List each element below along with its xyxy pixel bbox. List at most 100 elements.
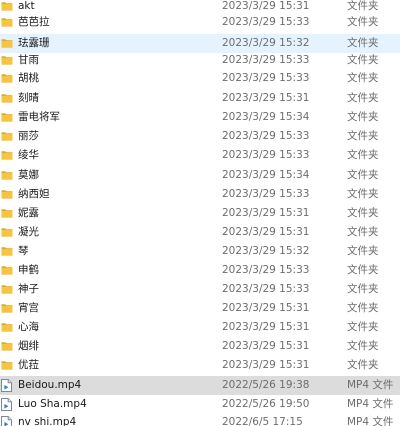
file-type: 文件夹 bbox=[347, 340, 379, 352]
folder-row[interactable]: 纳西妲 2023/3/29 15:33 文件夹 bbox=[0, 185, 400, 204]
date-modified: 2023/3/29 15:33 bbox=[222, 130, 310, 142]
folder-row[interactable]: 心海 2023/3/29 15:31 文件夹 bbox=[0, 318, 400, 337]
folder-icon bbox=[1, 264, 13, 277]
file-name: 丽莎 bbox=[18, 130, 39, 142]
date-modified: 2023/3/29 15:31 bbox=[222, 359, 310, 371]
folder-row[interactable]: 芭芭拉 2023/3/29 15:33 文件夹 bbox=[0, 13, 400, 32]
file-row[interactable]: nv shi.mp4 2022/6/5 17:15 MP4 文件 bbox=[0, 413, 400, 426]
file-name: 刻晴 bbox=[18, 92, 39, 104]
folder-row[interactable]: 胡桃 2023/3/29 15:33 文件夹 bbox=[0, 69, 400, 88]
file-name: 莫娜 bbox=[18, 169, 39, 181]
folder-row[interactable]: 刻晴 2023/3/29 15:31 文件夹 bbox=[0, 89, 400, 108]
file-name: 优菈 bbox=[18, 359, 39, 371]
file-name: 胡桃 bbox=[18, 72, 39, 84]
file-name: Beidou.mp4 bbox=[18, 379, 82, 391]
date-modified: 2023/3/29 15:33 bbox=[222, 283, 310, 295]
folder-row[interactable]: 绫华 2023/3/29 15:33 文件夹 bbox=[0, 146, 400, 165]
file-type: MP4 文件 bbox=[347, 379, 394, 391]
file-type: 文件夹 bbox=[347, 188, 379, 200]
date-modified: 2022/6/5 17:15 bbox=[222, 416, 303, 426]
folder-icon bbox=[1, 37, 13, 50]
date-modified: 2023/3/29 15:33 bbox=[222, 72, 310, 84]
date-modified: 2023/3/29 15:33 bbox=[222, 264, 310, 276]
file-type: 文件夹 bbox=[347, 130, 379, 142]
file-row[interactable]: Luo Sha.mp4 2022/5/26 19:50 MP4 文件 bbox=[0, 395, 400, 414]
folder-icon bbox=[1, 340, 13, 353]
folder-row[interactable]: 丽莎 2023/3/29 15:33 文件夹 bbox=[0, 127, 400, 146]
file-name: nv shi.mp4 bbox=[18, 416, 77, 426]
folder-icon bbox=[1, 92, 13, 105]
file-type: 文件夹 bbox=[347, 321, 379, 333]
folder-row[interactable]: 琴 2023/3/29 15:32 文件夹 bbox=[0, 242, 400, 261]
date-modified: 2023/3/29 15:31 bbox=[222, 207, 310, 219]
folder-icon bbox=[1, 283, 13, 296]
file-name: 宵宫 bbox=[18, 302, 39, 314]
file-type: 文件夹 bbox=[347, 359, 379, 371]
file-type: 文件夹 bbox=[347, 207, 379, 219]
folder-row[interactable]: 莫娜 2023/3/29 15:34 文件夹 bbox=[0, 166, 400, 185]
folder-icon bbox=[1, 130, 13, 143]
file-name: 神子 bbox=[18, 283, 39, 295]
file-row[interactable]: Beidou.mp4 2022/5/26 19:38 MP4 文件 bbox=[0, 376, 400, 395]
file-name: 琴 bbox=[18, 245, 29, 257]
video-file-icon bbox=[1, 379, 13, 392]
video-file-icon bbox=[1, 416, 13, 426]
file-type: MP4 文件 bbox=[347, 398, 394, 410]
file-list: akt 2023/3/29 15:31 文件夹 芭芭拉 2023/3/29 15:33 文… bbox=[0, 0, 400, 426]
file-type: 文件夹 bbox=[347, 264, 379, 276]
file-type: 文件夹 bbox=[347, 149, 379, 161]
file-type: 文件夹 bbox=[347, 92, 379, 104]
folder-row[interactable]: 优菈 2023/3/29 15:31 文件夹 bbox=[0, 356, 400, 375]
file-type: 文件夹 bbox=[347, 16, 379, 28]
file-type: 文件夹 bbox=[347, 54, 379, 66]
folder-icon bbox=[1, 0, 13, 13]
file-name: 芭芭拉 bbox=[18, 16, 50, 28]
file-name: 申鹤 bbox=[18, 264, 39, 276]
folder-row[interactable]: 甘雨 2023/3/29 15:33 文件夹 bbox=[0, 51, 400, 70]
date-modified: 2023/3/29 15:31 bbox=[222, 321, 310, 333]
folder-row[interactable]: 妮露 2023/3/29 15:31 文件夹 bbox=[0, 204, 400, 223]
date-modified: 2023/3/29 15:31 bbox=[222, 92, 310, 104]
folder-icon bbox=[1, 16, 13, 29]
file-type: 文件夹 bbox=[347, 302, 379, 314]
file-name: 甘雨 bbox=[18, 54, 39, 66]
date-modified: 2023/3/29 15:33 bbox=[222, 188, 310, 200]
file-name: 妮露 bbox=[18, 207, 39, 219]
folder-icon bbox=[1, 111, 13, 124]
date-modified: 2023/3/29 15:31 bbox=[222, 226, 310, 238]
date-modified: 2023/3/29 15:34 bbox=[222, 111, 310, 123]
folder-icon bbox=[1, 359, 13, 372]
folder-icon bbox=[1, 149, 13, 162]
file-name: 心海 bbox=[18, 321, 39, 333]
folder-row[interactable]: 雷电将军 2023/3/29 15:34 文件夹 bbox=[0, 108, 400, 127]
file-type: 文件夹 bbox=[347, 72, 379, 84]
file-type: 文件夹 bbox=[347, 111, 379, 123]
date-modified: 2023/3/29 15:31 bbox=[222, 302, 310, 314]
folder-row[interactable]: 凝光 2023/3/29 15:31 文件夹 bbox=[0, 223, 400, 242]
date-modified: 2022/5/26 19:38 bbox=[222, 379, 310, 391]
folder-icon bbox=[1, 72, 13, 85]
file-type: MP4 文件 bbox=[347, 416, 394, 426]
folder-row[interactable]: 宵宫 2023/3/29 15:31 文件夹 bbox=[0, 299, 400, 318]
folder-row[interactable]: 申鹤 2023/3/29 15:33 文件夹 bbox=[0, 261, 400, 280]
date-modified: 2023/3/29 15:31 bbox=[222, 340, 310, 352]
date-modified: 2023/3/29 15:33 bbox=[222, 54, 310, 66]
folder-icon bbox=[1, 54, 13, 67]
date-modified: 2023/3/29 15:33 bbox=[222, 16, 310, 28]
file-type: 文件夹 bbox=[347, 283, 379, 295]
folder-icon bbox=[1, 321, 13, 334]
file-name: 凝光 bbox=[18, 226, 39, 238]
folder-icon bbox=[1, 207, 13, 220]
folder-icon bbox=[1, 245, 13, 258]
folder-icon bbox=[1, 188, 13, 201]
folder-icon bbox=[1, 302, 13, 315]
video-file-icon bbox=[1, 398, 13, 411]
folder-icon bbox=[1, 169, 13, 182]
folder-icon bbox=[1, 226, 13, 239]
file-name: 烟绯 bbox=[18, 340, 39, 352]
file-name: 纳西妲 bbox=[18, 188, 50, 200]
folder-row[interactable]: 神子 2023/3/29 15:33 文件夹 bbox=[0, 280, 400, 299]
folder-row[interactable]: 烟绯 2023/3/29 15:31 文件夹 bbox=[0, 337, 400, 356]
date-modified: 2023/3/29 15:34 bbox=[222, 169, 310, 181]
date-modified: 2022/5/26 19:50 bbox=[222, 398, 310, 410]
